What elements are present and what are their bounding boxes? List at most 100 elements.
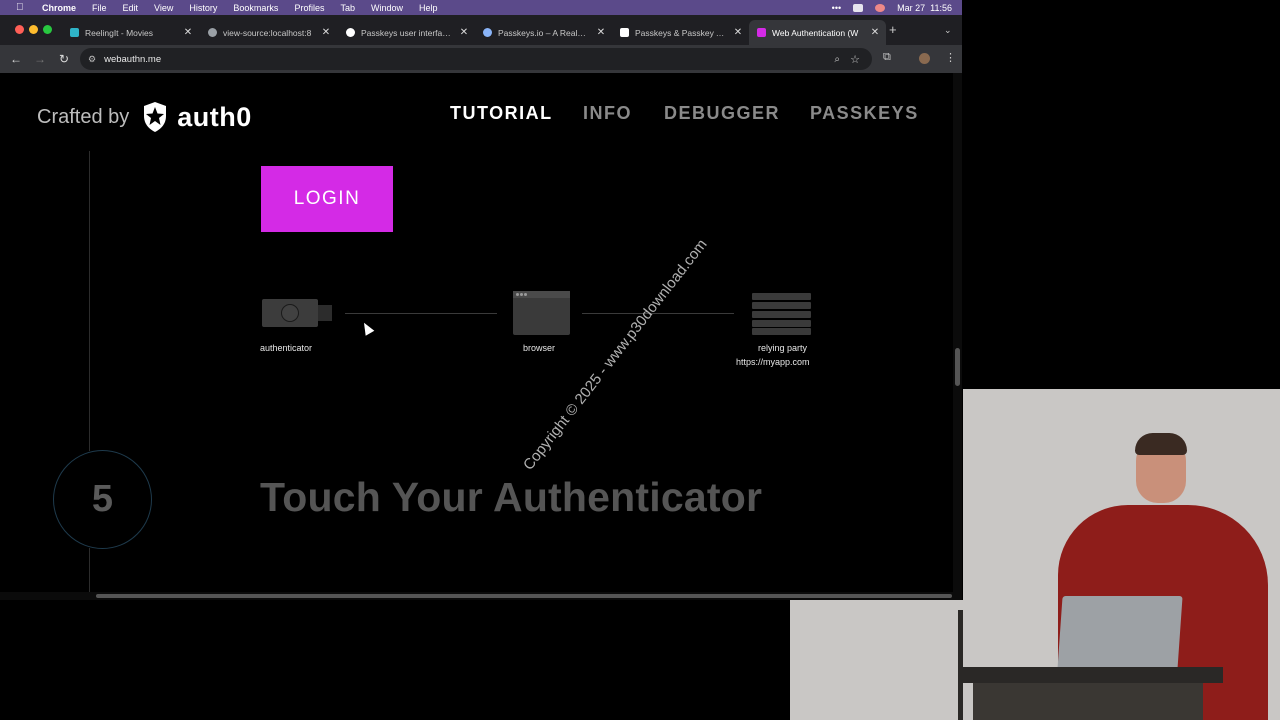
tab-favicon-icon — [208, 28, 217, 37]
authenticator-device-icon — [262, 299, 318, 327]
tab-favicon-icon — [757, 28, 766, 37]
vertical-scrollbar-thumb[interactable] — [955, 348, 960, 386]
tab-favicon-icon — [70, 28, 79, 37]
site-info-icon[interactable]: ⚙ — [88, 54, 96, 65]
browser-tab[interactable]: Passkeys & Passkey Au ✕ — [612, 20, 749, 45]
server-rack-slab — [752, 311, 811, 318]
browser-tab-strip: ReelingIt - Movies ✕ view-source:localho… — [0, 15, 962, 45]
menu-bar-clock[interactable]: Mar 27 11:56 — [897, 3, 952, 13]
address-bar-url[interactable]: webauthn.me — [104, 54, 161, 65]
zoom-icon[interactable]: ⌕ — [834, 54, 840, 65]
more-icon[interactable]: ••• — [832, 3, 841, 13]
tab-close-icon[interactable]: ✕ — [457, 27, 471, 38]
browser-toolbar: ← → ↻ ⚙ webauthn.me ⌕ ☆ ⧉ ⋮ — [0, 45, 962, 73]
minimize-window-button[interactable] — [29, 25, 38, 34]
browser-window-dot — [516, 293, 519, 296]
server-rack-slab — [752, 320, 811, 327]
browser-window-dot — [524, 293, 527, 296]
menu-profiles[interactable]: Profiles — [294, 3, 324, 13]
vertical-scrollbar[interactable] — [953, 73, 962, 600]
close-window-button[interactable] — [15, 25, 24, 34]
authenticator-label: authenticator — [260, 343, 313, 353]
tab-search-icon[interactable]: ⌄ — [944, 25, 952, 36]
login-button[interactable]: LOGIN — [261, 166, 393, 232]
menu-file[interactable]: File — [92, 3, 107, 13]
site-brand[interactable]: Crafted by auth0 — [37, 101, 252, 133]
back-icon[interactable]: ← — [4, 52, 28, 66]
presenter-video — [963, 389, 1280, 720]
nav-passkeys[interactable]: PASSKEYS — [810, 103, 919, 124]
browser-tab[interactable]: Passkeys user interface ✕ — [338, 20, 475, 45]
connector-line — [345, 313, 497, 314]
bookmark-star-icon[interactable]: ☆ — [850, 53, 860, 66]
relying-party-label: relying party — [758, 343, 808, 353]
tab-close-icon[interactable]: ✕ — [594, 27, 608, 38]
tab-title: Passkeys user interface — [361, 27, 451, 38]
step-title: Touch Your Authenticator — [260, 474, 763, 520]
laptop — [1057, 596, 1183, 670]
siri-icon[interactable] — [875, 3, 886, 12]
address-bar[interactable]: ⚙ webauthn.me ⌕ ☆ — [80, 48, 872, 70]
podium — [963, 667, 1223, 683]
tab-close-icon[interactable]: ✕ — [868, 27, 882, 38]
tab-title: Passkeys.io – A Real-Wo — [498, 27, 588, 38]
tab-title: view-source:localhost:8 — [223, 27, 312, 38]
menu-edit[interactable]: Edit — [123, 3, 139, 13]
browser-tab[interactable]: ReelingIt - Movies ✕ — [62, 20, 199, 45]
tab-close-icon[interactable]: ✕ — [319, 27, 333, 38]
profile-avatar[interactable] — [919, 53, 930, 64]
presenter-video-lower — [790, 600, 963, 720]
new-tab-button[interactable]: + — [889, 22, 897, 37]
mouse-cursor-icon — [359, 320, 375, 336]
authenticator-touch-sensor — [281, 304, 299, 322]
server-rack-slab — [752, 302, 811, 309]
reload-icon[interactable]: ↻ — [52, 52, 76, 66]
browser-menu-icon[interactable]: ⋮ — [945, 51, 956, 64]
extensions-icon[interactable]: ⧉ — [883, 51, 891, 64]
podium-base — [973, 683, 1203, 720]
crafted-by-text: Crafted by — [37, 105, 130, 128]
apple-icon[interactable]:  — [16, 2, 28, 13]
webpage-viewport: Crafted by auth0 TUTORIAL INFO DEBUGGER … — [0, 73, 962, 600]
horizontal-scrollbar[interactable] — [0, 592, 953, 600]
tab-favicon-icon — [620, 28, 629, 37]
menu-bar-status-area: ••• Mar 27 11:56 — [832, 0, 952, 15]
browser-tab[interactable]: Passkeys.io – A Real-Wo ✕ — [475, 20, 612, 45]
tab-favicon-icon — [346, 28, 355, 37]
menu-history[interactable]: History — [189, 3, 217, 13]
tab-close-icon[interactable]: ✕ — [181, 27, 195, 38]
presenter-hair — [1135, 433, 1187, 455]
menu-view[interactable]: View — [154, 3, 173, 13]
menu-tab[interactable]: Tab — [340, 3, 355, 13]
authenticator-connector — [318, 305, 332, 321]
macos-menu-bar:  Chrome File Edit View History Bookmark… — [0, 0, 962, 15]
screen:  Chrome File Edit View History Bookmark… — [0, 0, 1280, 720]
server-icon — [752, 293, 811, 335]
server-rack-slab — [752, 293, 811, 300]
horizontal-scrollbar-thumb[interactable] — [96, 594, 952, 598]
tab-close-icon[interactable]: ✕ — [731, 27, 745, 38]
browser-tab-active[interactable]: Web Authentication (W ✕ — [749, 20, 886, 45]
control-center-icon[interactable] — [853, 3, 864, 12]
browser-window-icon — [513, 291, 570, 335]
forward-icon[interactable]: → — [28, 52, 52, 66]
nav-info[interactable]: INFO — [583, 103, 632, 124]
auth0-wordmark: auth0 — [177, 101, 252, 132]
tab-title: ReelingIt - Movies — [85, 27, 154, 38]
menu-bookmarks[interactable]: Bookmarks — [233, 3, 278, 13]
server-rack-slab — [752, 328, 811, 335]
menu-app-name[interactable]: Chrome — [42, 3, 76, 13]
tab-favicon-icon — [483, 28, 492, 37]
menu-window[interactable]: Window — [371, 3, 403, 13]
tab-title: Web Authentication (W — [772, 27, 859, 38]
menu-help[interactable]: Help — [419, 3, 438, 13]
relying-party-url: https://myapp.com — [736, 357, 810, 367]
browser-label: browser — [523, 343, 556, 353]
auth0-shield-icon — [144, 102, 167, 132]
nav-debugger[interactable]: DEBUGGER — [664, 103, 780, 124]
nav-tutorial[interactable]: TUTORIAL — [450, 103, 553, 124]
tutorial-timeline-line — [89, 151, 90, 451]
step-number-badge: 5 — [53, 450, 152, 549]
zoom-window-button[interactable] — [43, 25, 52, 34]
browser-tab[interactable]: view-source:localhost:8 ✕ — [200, 20, 337, 45]
